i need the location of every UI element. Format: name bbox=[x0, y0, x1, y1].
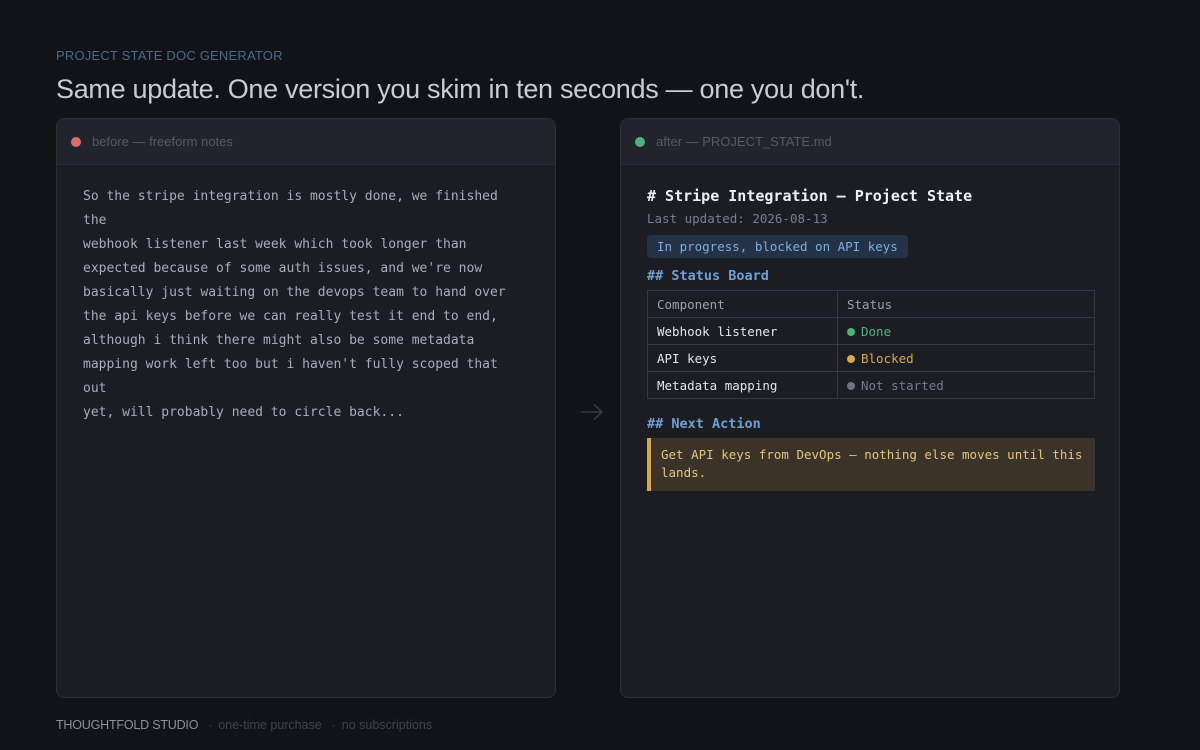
column-header-status: Status bbox=[837, 290, 1095, 318]
status-badge: In progress, blocked on API keys bbox=[647, 235, 908, 258]
footer-tag: no subscriptions bbox=[341, 718, 433, 732]
status-dot-icon bbox=[847, 354, 855, 363]
status-text: Not started bbox=[861, 377, 944, 393]
table-row: Metadata mapping Not started bbox=[647, 371, 1095, 399]
before-panel: before — freeform notes So the stripe in… bbox=[56, 118, 556, 698]
next-action-callout: Get API keys from DevOps — nothing else … bbox=[647, 438, 1095, 491]
separator-dot: · bbox=[331, 718, 336, 732]
separator-dot: · bbox=[208, 718, 213, 732]
status-cell: Blocked bbox=[837, 344, 1095, 372]
status-dot-icon bbox=[847, 381, 855, 390]
project-state-doc: # Stripe Integration — Project State Las… bbox=[621, 165, 1119, 491]
component-cell: Metadata mapping bbox=[647, 371, 838, 399]
arrow-right-icon bbox=[581, 404, 603, 420]
status-board-heading: ## Status Board bbox=[647, 268, 769, 284]
table-row: Webhook listener Done bbox=[647, 317, 1095, 345]
next-action-heading: ## Next Action bbox=[647, 416, 761, 432]
footer-tag: one-time purchase bbox=[218, 718, 322, 732]
before-panel-label: before — freeform notes bbox=[92, 134, 233, 149]
status-cell: Done bbox=[837, 317, 1095, 345]
status-text: Blocked bbox=[861, 350, 914, 366]
after-panel-label: after — PROJECT_STATE.md bbox=[656, 134, 832, 149]
after-panel-header: after — PROJECT_STATE.md bbox=[621, 119, 1119, 165]
component-cell: Webhook listener bbox=[647, 317, 838, 345]
before-panel-header: before — freeform notes bbox=[57, 119, 555, 165]
footer: THOUGHTFOLD STUDIO · one-time purchase ·… bbox=[56, 718, 432, 732]
table-row: API keys Blocked bbox=[647, 344, 1095, 372]
component-cell: API keys bbox=[647, 344, 838, 372]
freeform-notes: So the stripe integration is mostly done… bbox=[83, 189, 506, 420]
column-header-component: Component bbox=[647, 290, 838, 318]
table-header-row: Component Status bbox=[647, 290, 1095, 318]
green-dot-icon bbox=[635, 136, 645, 147]
brand-name: THOUGHTFOLD STUDIO bbox=[56, 718, 199, 732]
doc-title: # Stripe Integration — Project State bbox=[647, 187, 973, 205]
status-dot-icon bbox=[847, 327, 855, 336]
headline: Same update. One version you skim in ten… bbox=[56, 74, 865, 104]
eyebrow: PROJECT STATE DOC GENERATOR bbox=[56, 48, 283, 63]
after-panel: after — PROJECT_STATE.md # Stripe Integr… bbox=[620, 118, 1120, 698]
red-dot-icon bbox=[71, 136, 81, 147]
last-updated: Last updated: 2026-08-13 bbox=[647, 211, 828, 226]
status-text: Done bbox=[861, 323, 892, 339]
status-table: Component Status Webhook listener Done A… bbox=[647, 290, 1095, 399]
status-cell: Not started bbox=[837, 371, 1095, 399]
